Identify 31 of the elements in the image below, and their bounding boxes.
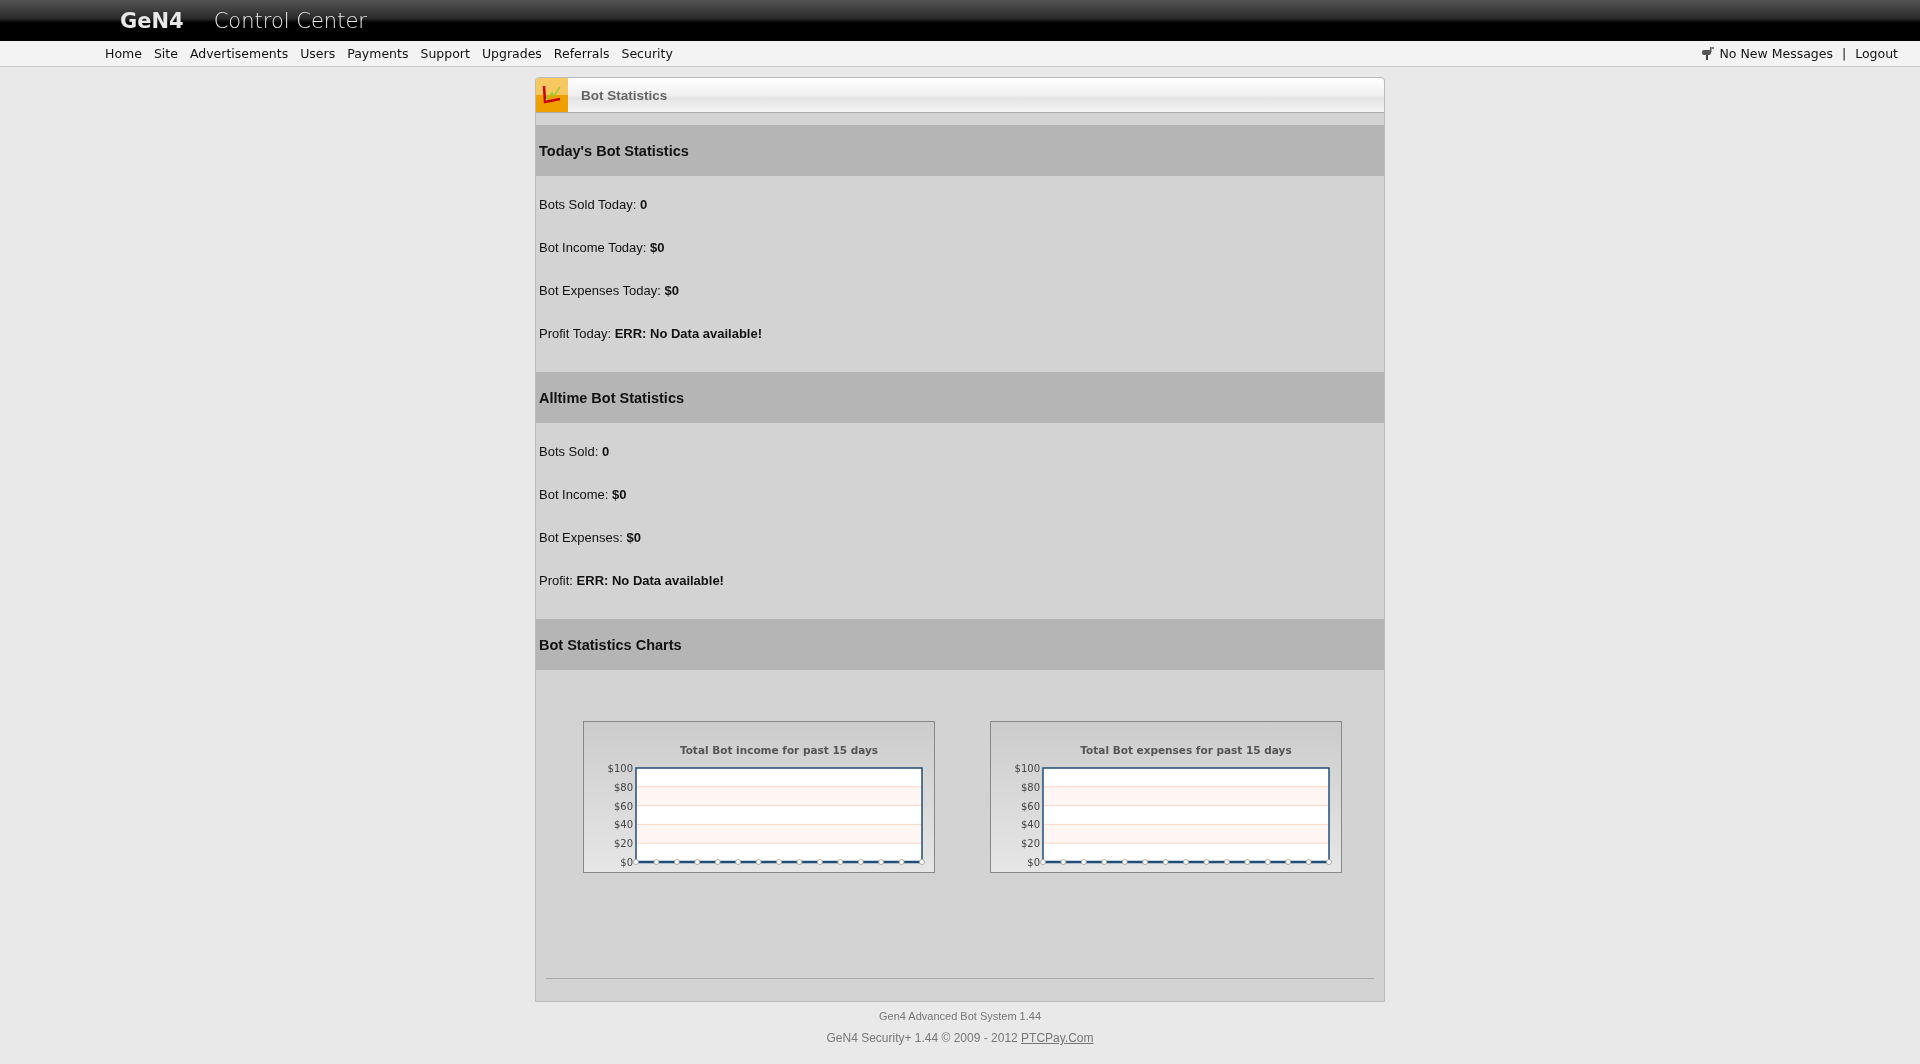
- app-title: Control Center: [213, 8, 367, 33]
- chart-title: Total Bot income for past 15 days: [679, 744, 879, 756]
- y-tick-label: $0: [1027, 857, 1040, 868]
- y-tick-label: $40: [1020, 819, 1040, 831]
- y-tick-label: $20: [1020, 838, 1040, 850]
- y-tick-label: $60: [613, 800, 633, 812]
- y-tick-label: $80: [1020, 781, 1040, 793]
- panel-title: Bot Statistics: [581, 87, 668, 103]
- footer-text: Gen4 Advanced Bot System 1.44: [878, 1010, 1041, 1022]
- stat-text: Bot Income Today: $0: [539, 239, 666, 256]
- chart-title: Total Bot expenses for past 15 days: [1080, 744, 1292, 756]
- y-tick-label: $20: [613, 838, 633, 850]
- stat-text: Profit Today: ERR: No Data available!: [539, 325, 763, 342]
- y-tick-label: $60: [1020, 800, 1040, 812]
- stat-text: Bot Expenses: $0: [539, 529, 642, 546]
- section-title: Bot Statistics Charts: [539, 636, 682, 653]
- y-tick-label: $80: [613, 781, 633, 793]
- stat-text: Bot Income: $0: [539, 486, 628, 503]
- y-tick-label: $100: [607, 763, 633, 774]
- section-title: Today's Bot Statistics: [539, 142, 689, 159]
- stat-text: Bots Sold: 0: [539, 443, 611, 460]
- y-tick-label: $40: [613, 819, 633, 831]
- y-tick-label: $100: [1014, 763, 1040, 774]
- logo-text: GeN4: [120, 8, 184, 33]
- section-title: Alltime Bot Statistics: [539, 389, 685, 406]
- stat-text: Profit: ERR: No Data available!: [539, 572, 725, 589]
- y-tick-label: $0: [620, 857, 633, 868]
- stat-text: Bot Expenses Today: $0: [539, 282, 680, 299]
- separator-text: |: [1841, 46, 1847, 61]
- copyright-text: GeN4 Security+ 1.44 © 2009 - 2012 PTCPay.Com: [826, 1031, 1094, 1045]
- stat-text: Bots Sold Today: 0: [539, 196, 649, 213]
